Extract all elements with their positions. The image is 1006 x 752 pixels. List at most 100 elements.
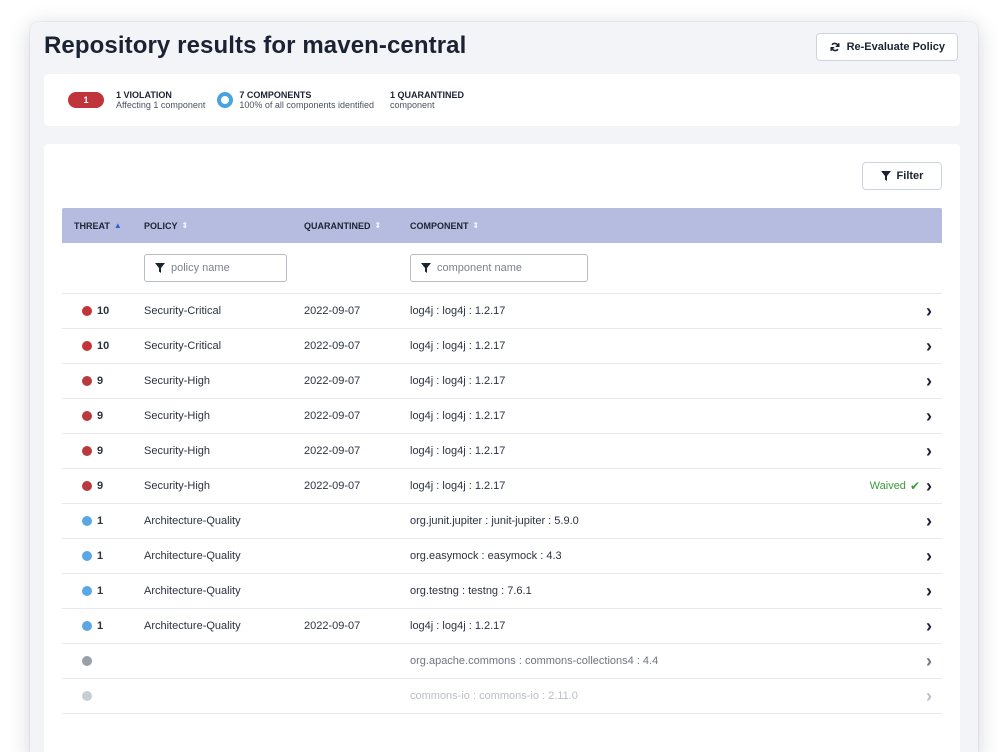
component-name-input[interactable] [437,262,547,274]
policy-name-filter[interactable] [144,254,287,282]
column-header-quarantined[interactable]: QUARANTINED ⇕ [304,221,410,231]
threat-value: 10 [97,305,110,317]
row-actions: › [822,336,942,357]
threat-value: 9 [97,375,104,387]
chevron-right-icon[interactable]: › [926,581,932,602]
policy-cell: Security-High [144,375,211,387]
component-cell: log4j : log4j : 1.2.17 [410,480,506,492]
sort-icon: ⇕ [472,221,480,230]
components-subtitle: 100% of all components identified [239,100,374,110]
row-actions: › [822,406,942,427]
table-row[interactable]: 9 Security-High 2022-09-07 log4j : log4j : … [62,364,942,399]
row-actions: › [822,581,942,602]
policy-header-label: POLICY [144,220,178,231]
summary-bar: 1 1 VIOLATION Affecting 1 component 7 CO… [44,74,960,126]
threat-dot-icon [82,551,92,561]
table-row[interactable]: 1 Architecture-Quality org.easymock : easy… [62,539,942,574]
chevron-right-icon[interactable]: › [926,476,932,497]
policy-cell: Architecture-Quality [144,620,241,632]
component-cell: commons-io : commons-io : 2.11.0 [410,690,578,702]
table-row[interactable]: 9 Security-High 2022-09-07 log4j : log4j : … [62,434,942,469]
table-row[interactable]: 10 Security-Critical 2022-09-07 log4j : log… [62,294,942,329]
waived-label: Waived [869,480,906,492]
refresh-icon [830,42,840,52]
threat-dot-icon [82,516,92,526]
table-row[interactable]: 9 Security-High 2022-09-07 log4j : log4j : … [62,399,942,434]
column-header-policy[interactable]: POLICY ⇕ [144,221,304,231]
quarantined-cell: 2022-09-07 [304,445,361,457]
chevron-right-icon[interactable]: › [926,686,932,707]
column-header-component[interactable]: COMPONENT ⇕ [410,221,942,231]
column-header-threat[interactable]: THREAT ▲︎ [62,221,144,231]
component-header-label: COMPONENT [410,220,469,231]
results-panel: Filter THREAT ▲︎ POLICY ⇕ QUARANTINED ⇕ … [44,144,960,752]
violation-count-badge: 1 [68,92,104,108]
violation-summary: 1 VIOLATION Affecting 1 component [116,90,205,110]
table-row[interactable]: commons-io : commons-io : 2.11.0 › [62,679,942,714]
sort-icon: ⇕ [181,221,189,230]
table-row[interactable]: 1 Architecture-Quality 2022-09-07 log4j : l… [62,609,942,644]
threat-dot-icon [82,586,92,596]
quarantined-cell: 2022-09-07 [304,340,361,352]
page-title: Repository results for maven-central [44,32,467,59]
chevron-right-icon[interactable]: › [926,406,932,427]
chevron-right-icon[interactable]: › [926,371,932,392]
threat-dot-icon [82,621,92,631]
column-filter-row [62,243,942,294]
re-evaluate-policy-button[interactable]: Re-Evaluate Policy [815,33,958,61]
chevron-right-icon[interactable]: › [926,616,932,637]
table-row[interactable]: 1 Architecture-Quality org.testng : testng… [62,574,942,609]
threat-dot-icon [82,481,92,491]
policy-cell: Security-Critical [144,305,222,317]
results-table: THREAT ▲︎ POLICY ⇕ QUARANTINED ⇕ COMPONE… [62,208,942,714]
policy-cell: Security-High [144,410,211,422]
threat-value: 1 [97,585,104,597]
threat-cell: 1 [62,515,144,527]
threat-value: 9 [97,445,104,457]
row-actions: › [822,651,942,672]
quarantined-header-label: QUARANTINED [304,220,371,231]
table-body: 10 Security-Critical 2022-09-07 log4j : log… [62,294,942,714]
component-cell: org.testng : testng : 7.6.1 [410,585,532,597]
threat-dot-icon [82,411,92,421]
threat-cell: 1 [62,585,144,597]
chevron-right-icon[interactable]: › [926,301,932,322]
threat-value: 9 [97,480,104,492]
component-cell: org.apache.commons : commons-collections… [410,655,659,667]
chevron-right-icon[interactable]: › [926,546,932,567]
policy-cell: Security-High [144,480,211,492]
component-cell: log4j : log4j : 1.2.17 [410,445,506,457]
components-summary: 7 COMPONENTS 100% of all components iden… [239,90,374,110]
policy-cell: Architecture-Quality [144,585,241,597]
row-actions: › [822,511,942,532]
chevron-right-icon[interactable]: › [926,336,932,357]
threat-dot-icon [82,656,92,666]
table-row[interactable]: 1 Architecture-Quality org.junit.jupiter :… [62,504,942,539]
threat-cell: 10 [62,340,144,352]
policy-name-input[interactable] [171,262,281,274]
filter-button[interactable]: Filter [862,162,942,190]
threat-dot-icon [82,306,92,316]
table-row[interactable]: 10 Security-Critical 2022-09-07 log4j : log… [62,329,942,364]
threat-cell: 9 [62,480,144,492]
chevron-right-icon[interactable]: › [926,651,932,672]
table-row[interactable]: 9 Security-High 2022-09-07 log4j : log4j : … [62,469,942,504]
row-actions: › [822,616,942,637]
row-actions: › [822,546,942,567]
threat-cell: 9 [62,410,144,422]
component-name-filter[interactable] [410,254,588,282]
quarantined-subtitle: component [390,100,435,110]
quarantined-cell: 2022-09-07 [304,620,361,632]
table-row[interactable]: org.apache.commons : commons-collections… [62,644,942,679]
quarantined-cell: 2022-09-07 [304,410,361,422]
chevron-right-icon[interactable]: › [926,511,932,532]
row-actions: › [822,686,942,707]
chevron-right-icon[interactable]: › [926,441,932,462]
components-ring-icon [217,92,234,108]
component-cell: log4j : log4j : 1.2.17 [410,410,506,422]
quarantined-cell: 2022-09-07 [304,375,361,387]
threat-value: 1 [97,550,104,562]
sort-icon: ▲︎ [113,221,122,230]
waived-status: Waived ✔ [870,479,920,493]
policy-cell: Security-Critical [144,340,222,352]
